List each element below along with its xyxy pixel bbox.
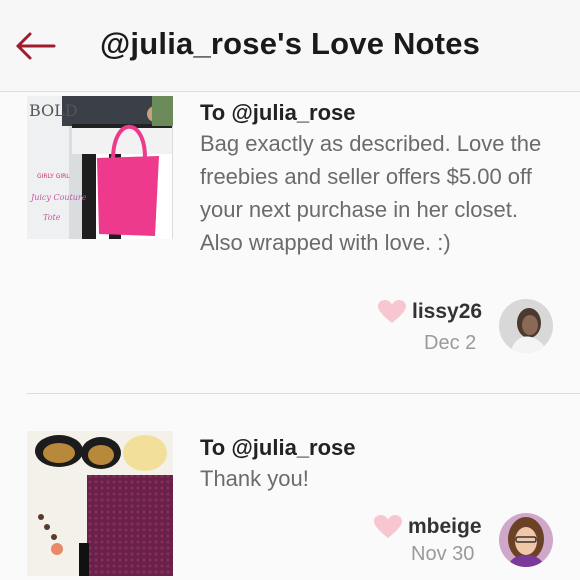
heart-icon (374, 515, 402, 539)
back-arrow-icon[interactable] (14, 26, 58, 66)
heart-icon (378, 300, 406, 324)
sender-username[interactable]: mbeige (408, 515, 482, 539)
note-recipient: To @julia_rose (200, 435, 356, 460)
note-date: Nov 30 (411, 543, 475, 565)
avatar[interactable] (499, 299, 553, 353)
note-message: Thank you! (200, 466, 309, 491)
page-title: @julia_rose's Love Notes (100, 26, 481, 61)
sender-username[interactable]: lissy26 (412, 300, 482, 324)
avatar[interactable] (499, 513, 553, 567)
top-bar: @julia_rose's Love Notes (0, 0, 580, 92)
note-recipient: To @julia_rose (200, 100, 356, 125)
thumbnail-text-bold: BOLD (29, 101, 78, 120)
note-message: Bag exactly as described. Love the freeb… (200, 131, 542, 255)
love-note: To @julia_rose Thank you! mbeige Nov 30 (0, 394, 580, 580)
listing-thumbnail[interactable]: BOLD GIRLY GIRL Juicy Couture Tote (27, 96, 173, 239)
thumbnail-text-tote: Tote (43, 213, 61, 222)
listing-thumbnail[interactable] (27, 431, 173, 576)
thumbnail-text-girly: GIRLY GIRL (37, 173, 70, 180)
note-date: Dec 2 (424, 332, 477, 354)
thumbnail-text-brand: Juicy Couture (29, 193, 87, 202)
love-note: BOLD GIRLY GIRL Juicy Couture Tote To @j… (0, 92, 580, 394)
